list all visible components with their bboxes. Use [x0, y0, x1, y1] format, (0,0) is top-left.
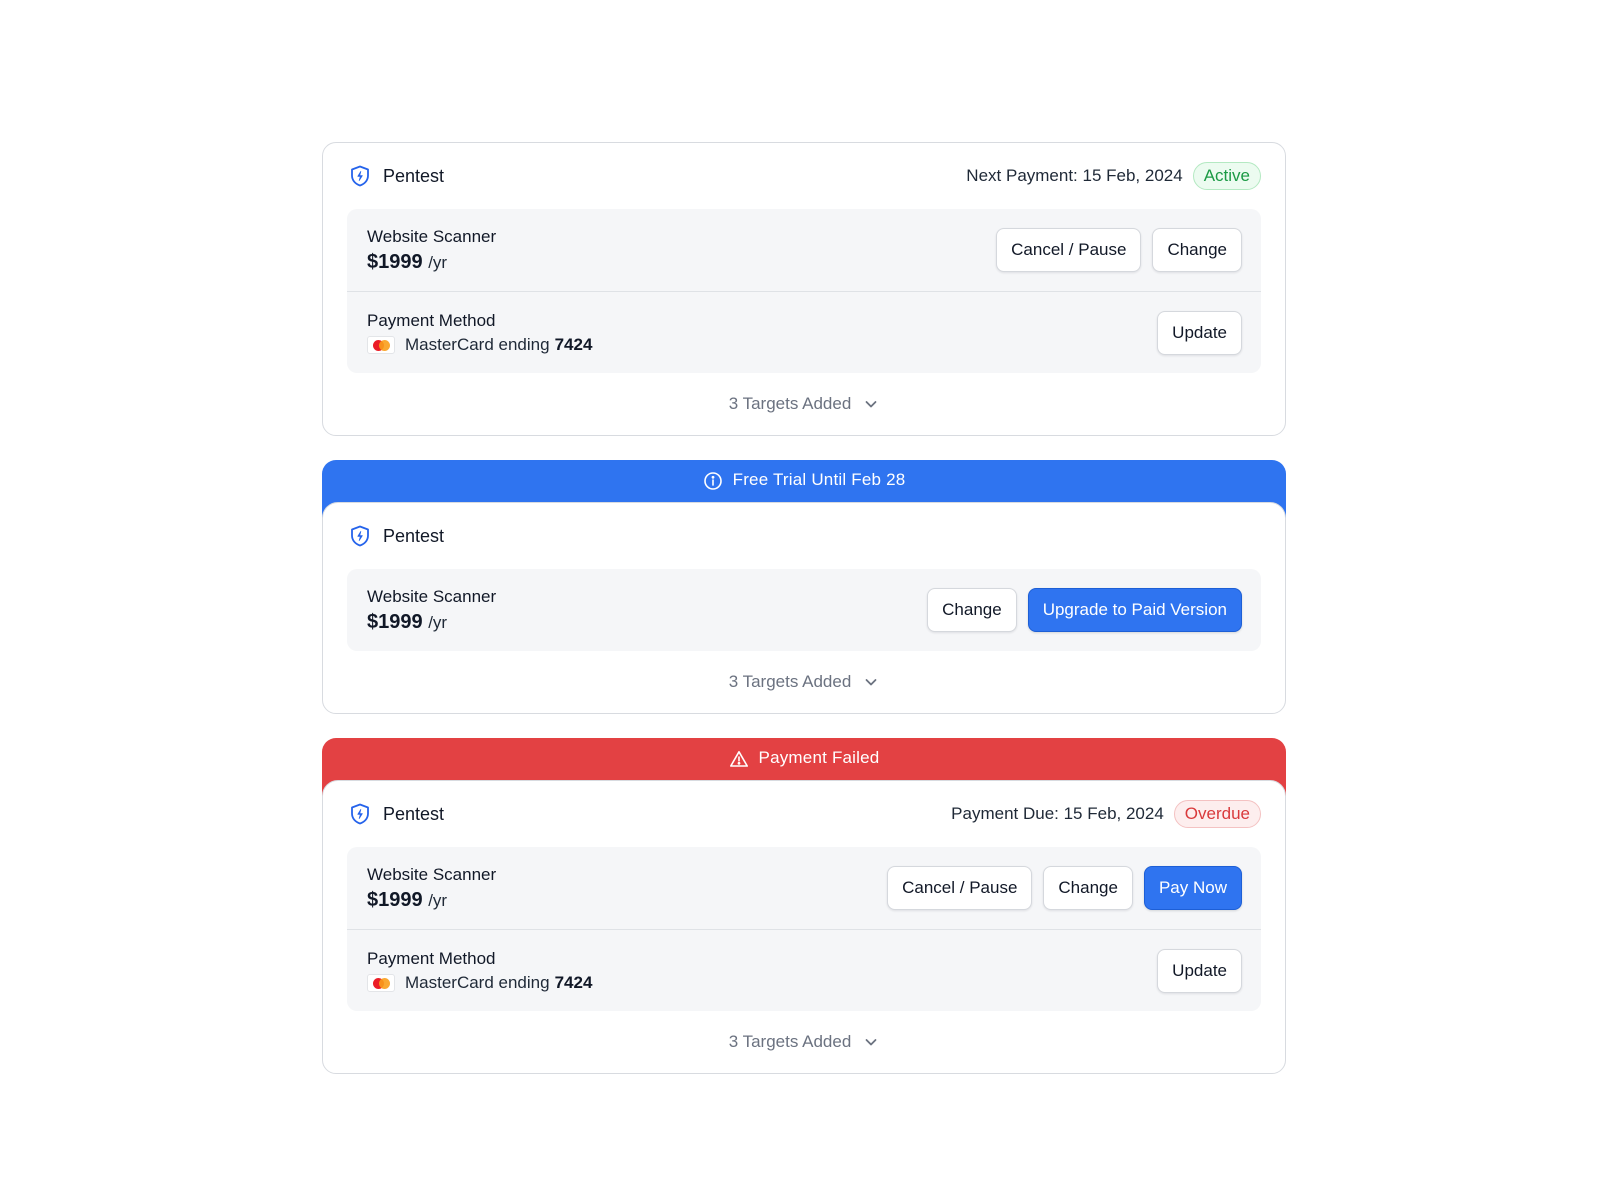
shield-bolt-icon	[351, 803, 369, 825]
plan-panel: Website Scanner $1999 /yr Cancel / Pause…	[347, 209, 1261, 373]
targets-toggle[interactable]: 3 Targets Added	[323, 1011, 1285, 1073]
subscriptions-list: Pentest Next Payment: 15 Feb, 2024 Activ…	[322, 142, 1286, 1074]
plan-info: Website Scanner $1999 /yr	[367, 227, 496, 274]
subscription-card-trial: Pentest Website Scanner $1999 /yr Change…	[322, 502, 1286, 714]
price-period: /yr	[428, 890, 448, 910]
payment-actions: Update	[1157, 310, 1242, 355]
targets-toggle[interactable]: 3 Targets Added	[323, 373, 1285, 435]
change-button[interactable]: Change	[1152, 228, 1242, 272]
payment-method-info: Payment Method MasterCard ending 7424	[367, 949, 592, 993]
plan-panel: Website Scanner $1999 /yr Change Upgrade…	[347, 569, 1261, 651]
status-badge: Overdue	[1173, 800, 1261, 828]
mastercard-icon	[367, 973, 395, 992]
payment-status: Next Payment: 15 Feb, 2024 Active	[966, 162, 1261, 190]
status-badge: Active	[1192, 162, 1261, 190]
payment-method-info: Payment Method MasterCard ending 7424	[367, 311, 592, 355]
subscription-card-failed-wrapper: Payment Failed Pentest Payment Due: 15 F…	[322, 738, 1286, 1074]
payment-method-label: Payment Method	[367, 310, 496, 330]
payment-method-row: Payment Method MasterCard ending 7424 Up…	[347, 291, 1261, 373]
card-header: Pentest Payment Due: 15 Feb, 2024 Overdu…	[323, 781, 1285, 847]
card-header: Pentest Next Payment: 15 Feb, 2024 Activ…	[323, 143, 1285, 209]
product-name: Pentest	[383, 525, 445, 546]
mastercard-icon	[367, 335, 395, 354]
pay-now-button[interactable]: Pay Now	[1143, 866, 1242, 910]
payment-method-label: Payment Method	[367, 948, 496, 968]
payment-method-row: Payment Method MasterCard ending 7424 Up…	[347, 929, 1261, 1011]
plan-name: Website Scanner	[367, 226, 497, 246]
warning-icon	[729, 751, 748, 767]
shield-bolt-icon	[351, 165, 369, 187]
card-last4: 7424	[554, 334, 593, 354]
plan-info: Website Scanner $1999 /yr	[367, 587, 496, 634]
price-amount: $1999	[367, 888, 423, 911]
plan-actions: Change Upgrade to Paid Version	[927, 588, 1242, 632]
chevron-down-icon	[865, 1039, 877, 1046]
upgrade-button[interactable]: Upgrade to Paid Version	[1027, 588, 1242, 632]
cancel-pause-button[interactable]: Cancel / Pause	[887, 866, 1033, 910]
payment-due-date: Payment Due: 15 Feb, 2024	[951, 804, 1164, 823]
shield-bolt-icon	[351, 525, 369, 547]
banner-text: Free Trial Until Feb 28	[732, 470, 906, 489]
next-payment-date: Next Payment: 15 Feb, 2024	[966, 166, 1183, 185]
change-button[interactable]: Change	[1043, 866, 1133, 910]
info-icon	[703, 472, 722, 490]
price-period: /yr	[428, 252, 448, 272]
product-name: Pentest	[383, 165, 445, 186]
targets-count: 3 Targets Added	[728, 394, 852, 413]
price-amount: $1999	[367, 610, 423, 633]
card-text: MasterCard ending	[405, 972, 550, 992]
plan-row: Website Scanner $1999 /yr Cancel / Pause…	[347, 847, 1261, 929]
subscription-card-overdue: Pentest Payment Due: 15 Feb, 2024 Overdu…	[322, 780, 1286, 1074]
change-button[interactable]: Change	[927, 588, 1017, 632]
payment-actions: Update	[1157, 948, 1242, 993]
update-button[interactable]: Update	[1157, 310, 1242, 355]
plan-price: $1999 /yr	[367, 611, 496, 634]
card-details: MasterCard ending 7424	[367, 335, 592, 355]
product-brand: Pentest	[348, 164, 444, 188]
product-brand: Pentest	[348, 524, 444, 548]
card-text: MasterCard ending	[405, 334, 550, 354]
card-details: MasterCard ending 7424	[367, 973, 592, 993]
plan-info: Website Scanner $1999 /yr	[367, 865, 496, 912]
targets-count: 3 Targets Added	[728, 672, 852, 691]
banner-text: Payment Failed	[758, 748, 880, 767]
plan-price: $1999 /yr	[367, 251, 496, 274]
update-button[interactable]: Update	[1157, 948, 1242, 993]
cancel-pause-button[interactable]: Cancel / Pause	[996, 228, 1142, 272]
product-brand: Pentest	[348, 802, 444, 826]
plan-name: Website Scanner	[367, 586, 497, 606]
chevron-down-icon	[865, 679, 877, 686]
card-header: Pentest	[323, 503, 1285, 569]
chevron-down-icon	[865, 401, 877, 408]
price-period: /yr	[428, 612, 448, 632]
targets-count: 3 Targets Added	[728, 1032, 852, 1051]
plan-actions: Cancel / Pause Change Pay Now	[887, 866, 1242, 910]
plan-name: Website Scanner	[367, 864, 497, 884]
plan-actions: Cancel / Pause Change	[996, 228, 1242, 272]
price-amount: $1999	[367, 250, 423, 273]
card-last4: 7424	[554, 972, 593, 992]
plan-price: $1999 /yr	[367, 889, 496, 912]
plan-row: Website Scanner $1999 /yr Change Upgrade…	[347, 569, 1261, 651]
plan-row: Website Scanner $1999 /yr Cancel / Pause…	[347, 209, 1261, 291]
subscription-card-trial-wrapper: Free Trial Until Feb 28 Pentest Website …	[322, 460, 1286, 714]
product-name: Pentest	[383, 803, 445, 824]
plan-panel: Website Scanner $1999 /yr Cancel / Pause…	[347, 847, 1261, 1011]
subscription-card-active: Pentest Next Payment: 15 Feb, 2024 Activ…	[322, 142, 1286, 436]
targets-toggle[interactable]: 3 Targets Added	[323, 651, 1285, 713]
payment-status: Payment Due: 15 Feb, 2024 Overdue	[951, 800, 1261, 828]
